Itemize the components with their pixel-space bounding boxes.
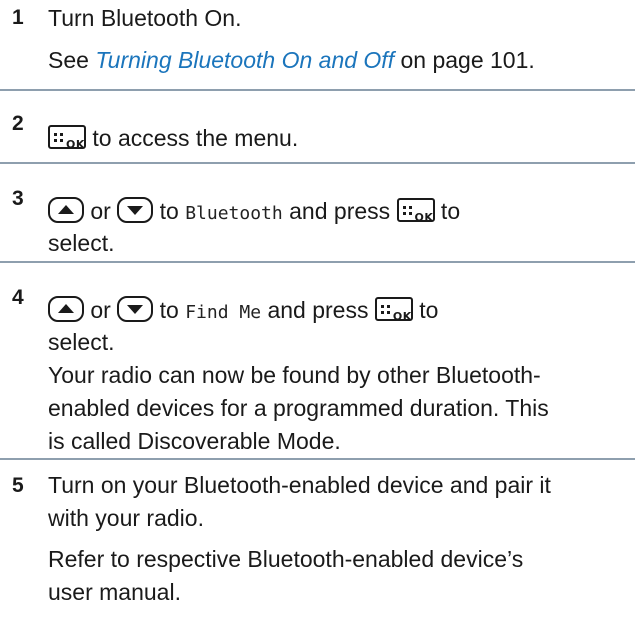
step-instruction: Turn on your Bluetooth-enabled device an… <box>48 472 551 498</box>
step-instruction-cont: with your radio. <box>48 505 204 531</box>
menu-ok-key-icon: OK <box>48 125 86 151</box>
divider <box>0 261 635 263</box>
up-arrow-key-icon <box>48 197 84 223</box>
step-number: 1 <box>12 6 24 29</box>
or-word: or <box>84 297 118 323</box>
press-text: and press <box>282 198 397 224</box>
see-reference: See Turning Bluetooth On and Off on page… <box>48 44 625 77</box>
menu-item-name: Bluetooth <box>185 203 283 224</box>
step-number: 5 <box>12 474 24 497</box>
step-text: or to Bluetooth and press OK to select. <box>48 195 625 260</box>
step-text: OK to access the menu. <box>48 122 625 155</box>
step-number: 4 <box>12 286 24 309</box>
up-arrow-key-icon <box>48 296 84 322</box>
to-word: to <box>153 198 186 224</box>
divider <box>0 458 635 460</box>
see-prefix: See <box>48 47 96 73</box>
to-word: to <box>434 198 461 224</box>
step-continuation: select. <box>48 329 115 355</box>
divider <box>0 89 635 91</box>
press-text: and press <box>261 297 375 323</box>
menu-ok-key-icon: OK <box>396 198 435 224</box>
reference-note: Refer to respective Bluetooth-enabled de… <box>48 543 625 609</box>
description-line: enabled devices for a programmed duratio… <box>48 395 549 421</box>
step-instruction: Turn Bluetooth On. <box>48 5 242 31</box>
reference-line: user manual. <box>48 579 181 605</box>
step-number: 2 <box>12 112 24 135</box>
step-text: or to Find Me and press OK to select. Yo… <box>48 294 625 458</box>
step-description: Your radio can now be found by other Blu… <box>48 359 625 458</box>
menu-item-name: Find Me <box>185 302 262 323</box>
step-continuation: select. <box>48 230 115 256</box>
down-arrow-key-icon <box>117 197 154 223</box>
step-instruction: to access the menu. <box>86 125 299 151</box>
step-text: Turn on your Bluetooth-enabled device an… <box>48 469 625 609</box>
divider <box>0 162 635 164</box>
description-line: is called Discoverable Mode. <box>48 428 341 454</box>
or-word: or <box>84 198 118 224</box>
down-arrow-key-icon <box>117 296 154 322</box>
step-text: Turn Bluetooth On. See Turning Bluetooth… <box>48 2 625 77</box>
see-suffix: on page 101. <box>394 47 535 73</box>
menu-ok-key-icon: OK <box>374 297 413 323</box>
description-line: Your radio can now be found by other Blu… <box>48 362 541 388</box>
reference-line: Refer to respective Bluetooth-enabled de… <box>48 546 524 572</box>
reference-link[interactable]: Turning Bluetooth On and Off <box>95 47 394 73</box>
to-word: to <box>412 297 439 323</box>
to-word: to <box>153 297 186 323</box>
step-number: 3 <box>12 187 24 210</box>
